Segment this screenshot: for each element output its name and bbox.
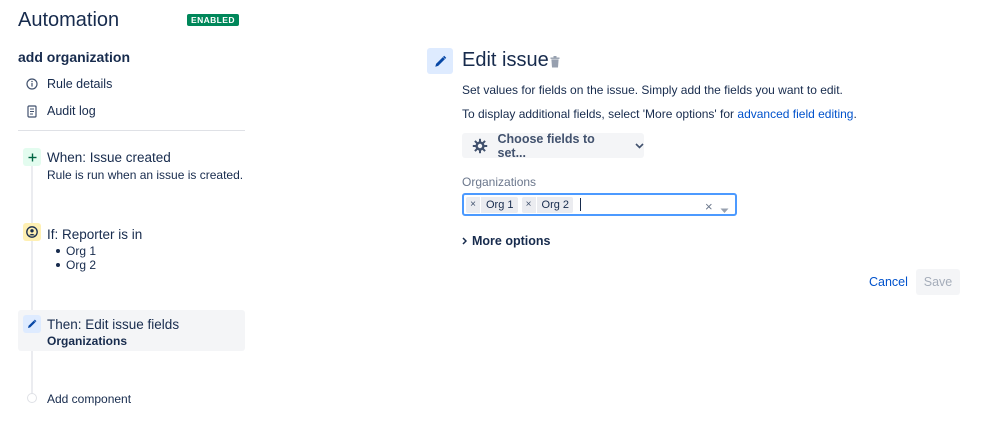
add-component-dot (27, 393, 37, 403)
step-when-title: When: Issue created (47, 150, 171, 165)
cancel-button[interactable]: Cancel (863, 270, 914, 294)
advanced-field-editing-link[interactable]: advanced field editing (737, 107, 853, 121)
rule-name: add organization (18, 49, 130, 65)
remove-tag-icon[interactable]: × (466, 199, 480, 210)
step-when[interactable]: When: Issue created Rule is run when an … (18, 148, 245, 188)
step-if-list: Org 1 Org 2 (51, 244, 96, 272)
pencil-icon (23, 315, 41, 333)
step-then-subtitle: Organizations (47, 334, 128, 348)
nav-item-audit-log[interactable]: Audit log (18, 100, 244, 122)
remove-tag-icon[interactable]: × (522, 199, 536, 210)
tag-label: Org 1 (480, 196, 518, 213)
organizations-field-label: Organizations (462, 175, 537, 189)
step-then[interactable]: Then: Edit issue fields Organizations (18, 310, 245, 351)
step-when-subtitle: Rule is run when an issue is created. (47, 168, 244, 182)
app-title: Automation (18, 9, 120, 31)
step-if-title: If: Reporter is in (47, 227, 143, 242)
nav-item-label: Rule details (47, 77, 113, 91)
chevron-right-icon (462, 237, 467, 245)
add-component-link[interactable]: Add component (47, 392, 131, 406)
panel-description: Set values for fields on the issue. Simp… (462, 83, 843, 97)
dropdown-arrow-icon[interactable] (720, 201, 729, 219)
status-badge: ENABLED (187, 14, 239, 26)
organizations-select[interactable]: × Org 1 × Org 2 (462, 193, 737, 216)
nav-item-rule-details[interactable]: Rule details (18, 73, 244, 95)
step-then-title: Then: Edit issue fields (47, 317, 180, 332)
selected-tag: × Org 2 (521, 196, 574, 213)
list-item: Org 1 (51, 244, 96, 258)
info-icon (18, 78, 46, 90)
nav-item-label: Audit log (47, 104, 96, 118)
gear-icon (462, 138, 498, 154)
tag-label: Org 2 (535, 196, 574, 213)
text-cursor (580, 198, 582, 211)
choose-fields-button[interactable]: Choose fields to set... (462, 131, 644, 160)
list-item: Org 2 (51, 258, 96, 272)
save-button[interactable]: Save (916, 269, 960, 295)
document-icon (18, 104, 46, 118)
more-options-label: More options (472, 234, 551, 248)
advanced-suffix: . (853, 107, 857, 121)
selected-tag: × Org 1 (466, 196, 518, 213)
step-if[interactable]: If: Reporter is in Org 1 Org 2 (18, 223, 245, 273)
timeline-line (31, 160, 33, 396)
more-options-toggle[interactable]: More options (462, 234, 550, 248)
pencil-icon (427, 48, 453, 74)
chevron-down-icon (635, 142, 644, 149)
trash-icon[interactable] (550, 55, 560, 73)
panel-description-advanced: To display additional fields, select 'Mo… (462, 107, 857, 121)
divider (18, 130, 245, 131)
plus-icon (23, 148, 41, 166)
panel-title: Edit issue (462, 49, 549, 71)
advanced-prefix: To display additional fields, select 'Mo… (462, 107, 738, 121)
user-circle-icon (23, 223, 41, 241)
choose-fields-label: Choose fields to set... (497, 131, 595, 160)
clear-icon[interactable]: × (705, 199, 713, 214)
